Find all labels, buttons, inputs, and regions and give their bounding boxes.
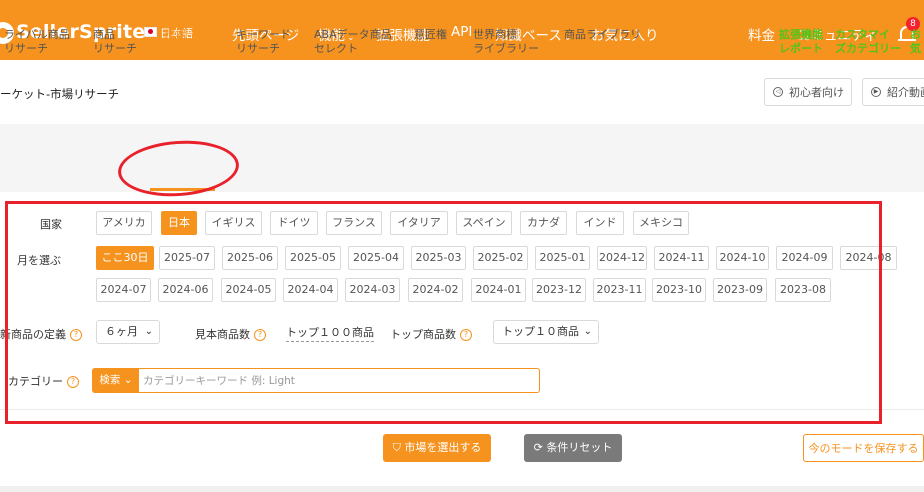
guide-icon: ◁	[773, 87, 783, 97]
page-title: ーケット-市場リサーチ	[0, 87, 120, 101]
nav-item-pricing[interactable]: 料金	[748, 24, 775, 44]
reset-button[interactable]: ⟳ 条件リセット	[524, 434, 622, 462]
tab-aba-data[interactable]: ABAデータ商品 セレクト	[314, 28, 392, 56]
play-icon: ▶	[871, 87, 881, 97]
tab-product-research[interactable]: 商品 リサーチ	[93, 28, 137, 56]
nav-item-api[interactable]: API	[451, 24, 472, 40]
tab-competitor-research[interactable]: ライバル商品 リサーチ	[4, 28, 70, 56]
select-market-button[interactable]: ⛉ 市場を選出する	[383, 434, 491, 462]
annotation-box	[5, 201, 882, 424]
tab-trademark-library[interactable]: 世界商標 ライブラリー	[473, 28, 539, 56]
bottom-strip	[0, 486, 924, 492]
tab-favorites[interactable]: お気	[910, 28, 924, 56]
refresh-icon: ⟳	[533, 441, 543, 454]
tab-market-research[interactable]: 市場 リサーチ	[164, 28, 208, 56]
tab-keyword-research[interactable]: キーワード リサーチ	[236, 28, 291, 56]
filter-icon: ⛉	[392, 441, 401, 454]
beginner-guide-button[interactable]: ◁ 初心者向け	[764, 78, 852, 106]
tab-custom-category[interactable]: カスタマイ ズカテゴリー	[835, 28, 901, 56]
save-mode-button[interactable]: 今のモードを保存する	[803, 434, 924, 462]
intro-video-button[interactable]: ▶紹介動画	[862, 78, 924, 106]
tab-product-library[interactable]: 商品ライブラリ	[564, 28, 641, 42]
japan-flag-icon	[144, 27, 157, 37]
tab-design-rights[interactable]: 意匠権	[414, 28, 447, 42]
tab-extension-report[interactable]: 拡張機能 レポート	[779, 28, 823, 56]
